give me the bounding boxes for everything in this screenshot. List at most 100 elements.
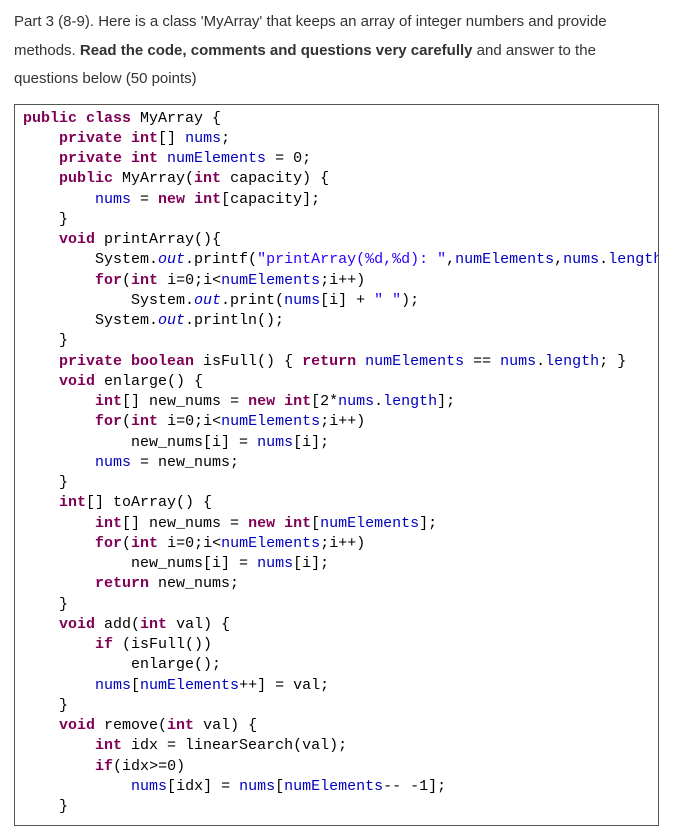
code-token: 0 <box>293 150 302 167</box>
code-token: nums <box>257 555 293 572</box>
code-token: void <box>59 231 104 248</box>
code-token: new_nums <box>149 393 221 410</box>
code-token: length <box>383 393 437 410</box>
code-token: } <box>23 474 68 491</box>
code-token: i <box>329 535 338 552</box>
code-token: out <box>158 251 185 268</box>
intro-line-2a: methods. <box>14 42 80 59</box>
code-token: val <box>302 737 329 754</box>
code-token: capacity <box>230 170 302 187</box>
code-token: length <box>545 353 599 370</box>
intro-line-3: questions below (50 points) <box>14 70 197 87</box>
code-token: [2* <box>311 393 338 410</box>
code-token: } <box>23 211 68 228</box>
code-token: 0 <box>185 413 194 430</box>
code-token: } <box>23 798 68 815</box>
code-token: nums <box>131 778 167 795</box>
code-token: ] = <box>221 555 257 572</box>
code-token: ; <box>194 535 203 552</box>
code-token: MyArray { <box>140 110 221 127</box>
code-token: class <box>86 110 140 127</box>
code-token: [ <box>293 555 302 572</box>
code-token: return <box>95 575 158 592</box>
code-token: >= <box>149 758 167 775</box>
code-listing: public class MyArray { private int[] num… <box>23 109 650 818</box>
code-token: ; <box>320 535 329 552</box>
code-token: int <box>95 737 131 754</box>
code-token: " " <box>374 292 401 309</box>
code-token: [] <box>158 130 185 147</box>
code-token: [ <box>293 434 302 451</box>
code-token: enlarge() { <box>104 373 203 390</box>
code-token: , <box>446 251 455 268</box>
intro-line-2c: and answer to the <box>473 42 596 59</box>
code-token: public <box>59 170 122 187</box>
code-token: [ <box>275 778 284 795</box>
code-token: nums <box>284 292 320 309</box>
code-token: i <box>329 272 338 289</box>
code-token: . <box>374 393 383 410</box>
code-token: int <box>167 717 203 734</box>
code-token: ++) <box>338 413 365 430</box>
code-token: [] <box>122 393 149 410</box>
code-token: private <box>59 130 131 147</box>
question-intro: Part 3 (8-9). Here is a class 'MyArray' … <box>14 8 659 94</box>
code-token: int <box>95 393 122 410</box>
code-token: nums <box>257 434 293 451</box>
code-token: -- -1]; <box>383 778 446 795</box>
code-token: new <box>158 191 194 208</box>
code-token: 0 <box>185 535 194 552</box>
code-token: = <box>131 191 158 208</box>
code-token: [ <box>131 677 140 694</box>
code-token: i <box>212 555 221 572</box>
code-token: ] = <box>203 778 239 795</box>
code-token: val <box>293 677 320 694</box>
code-token: 0 <box>185 272 194 289</box>
code-token: [ <box>311 515 320 532</box>
code-token: [] new_nums = <box>122 515 248 532</box>
code-token: ( <box>122 272 131 289</box>
code-token: i <box>302 434 311 451</box>
code-token: i <box>203 535 212 552</box>
code-token: numElements <box>221 413 320 430</box>
code-token: if <box>95 758 113 775</box>
code-token: } <box>23 596 68 613</box>
code-token: enlarge(); <box>23 656 221 673</box>
code-token: nums <box>95 677 131 694</box>
code-token: add( <box>104 616 140 633</box>
code-token: System. <box>23 312 158 329</box>
code-token: for <box>95 413 122 430</box>
code-token: ( <box>113 758 122 775</box>
code-token: } <box>23 332 68 349</box>
code-token: ( <box>122 413 131 430</box>
code-token: for <box>95 272 122 289</box>
code-token: . <box>599 251 608 268</box>
code-token: int <box>59 494 86 511</box>
code-token: idx <box>122 758 149 775</box>
code-token: i <box>167 272 176 289</box>
code-token: int <box>284 515 311 532</box>
code-token: = <box>176 272 185 289</box>
code-token: ); <box>329 737 347 754</box>
code-token: nums <box>500 353 536 370</box>
code-token: new <box>248 515 284 532</box>
code-token: ( <box>122 535 131 552</box>
code-token: < <box>212 535 221 552</box>
code-token: "printArray(%d,%d): " <box>257 251 446 268</box>
code-token: ; <box>302 150 311 167</box>
code-token: = new_nums; <box>131 454 239 471</box>
code-token: = <box>176 535 185 552</box>
code-token: numElements <box>221 535 320 552</box>
code-token: val <box>203 717 230 734</box>
code-token: i <box>203 413 212 430</box>
code-token: int <box>131 535 167 552</box>
page: Part 3 (8-9). Here is a class 'MyArray' … <box>0 0 673 840</box>
code-token: = <box>221 393 248 410</box>
code-token: [ <box>167 778 176 795</box>
code-token: (isFull()) <box>122 636 212 653</box>
code-token: = linearSearch( <box>158 737 302 754</box>
code-token: System. <box>23 292 194 309</box>
code-token: ] = <box>221 434 257 451</box>
code-token: ; <box>320 272 329 289</box>
code-token: void <box>59 616 104 633</box>
